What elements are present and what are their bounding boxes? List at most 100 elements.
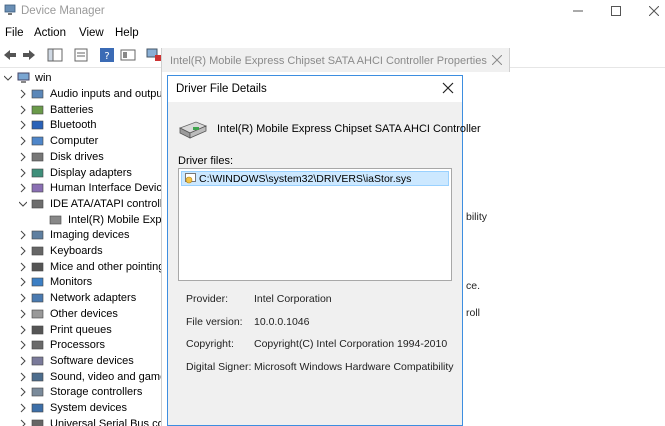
tree-item[interactable]: Storage controllers	[0, 385, 168, 400]
tree-item-label: IDE ATA/ATAPI controllers	[50, 197, 168, 210]
keyboard-icon	[31, 246, 44, 256]
tree-item[interactable]: Universal Serial Bus controllers	[0, 417, 168, 426]
tree-item[interactable]: Disk drives	[0, 150, 168, 165]
driver-files-list[interactable]: C:\WINDOWS\system32\DRIVERS\iaStor.sys	[178, 168, 452, 281]
chevron-down-icon[interactable]	[4, 73, 12, 83]
tree-item-label: Imaging devices	[50, 229, 130, 242]
unknown-device-icon	[31, 309, 44, 319]
svg-text:?: ?	[104, 51, 109, 62]
tree-item[interactable]: System devices	[0, 401, 168, 416]
tree-item[interactable]: Sound, video and game controllers	[0, 370, 168, 385]
hid-icon	[31, 183, 44, 193]
tree-item-label: Processors	[50, 339, 106, 352]
chevron-right-icon[interactable]	[19, 262, 27, 272]
chevron-right-icon[interactable]	[19, 309, 27, 319]
tree-item[interactable]: Other devices	[0, 307, 168, 322]
tree-item-label: Batteries	[50, 103, 94, 116]
tree-item[interactable]: Display adapters	[0, 166, 168, 181]
chevron-right-icon[interactable]	[19, 183, 27, 193]
maximize-button[interactable]	[596, 0, 636, 22]
processor-icon	[31, 340, 44, 350]
provider-label: Provider:	[186, 293, 229, 305]
menu-file[interactable]: File	[5, 27, 24, 39]
tree-item[interactable]: Print queues	[0, 323, 168, 338]
menu-help[interactable]: Help	[115, 27, 139, 39]
tree-item-label: Human Interface Devices	[50, 182, 168, 195]
chevron-right-icon[interactable]	[19, 89, 27, 99]
chevron-right-icon[interactable]	[19, 277, 27, 287]
digital-signer-value: Microsoft Windows Hardware Compatibility	[254, 361, 454, 373]
scan-hardware-icon[interactable]	[146, 48, 162, 62]
file-version-label: File version:	[186, 316, 243, 328]
tree-item-label: Universal Serial Bus controllers	[50, 417, 168, 426]
close-icon	[649, 6, 659, 16]
chevron-right-icon[interactable]	[19, 293, 27, 303]
tree-root[interactable]: win	[0, 71, 168, 86]
tree-item-label: Software devices	[50, 354, 134, 367]
chevron-right-icon[interactable]	[19, 419, 27, 426]
tree-item[interactable]: Human Interface Devices	[0, 181, 168, 196]
help-icon[interactable]: ?	[99, 48, 115, 62]
chevron-right-icon[interactable]	[19, 230, 27, 240]
back-arrow-icon[interactable]	[2, 48, 18, 62]
tree-item[interactable]: Network adapters	[0, 291, 168, 306]
tree-root-label: win	[35, 72, 52, 84]
close-icon[interactable]	[492, 55, 502, 65]
show-hide-tree-icon[interactable]	[47, 48, 63, 62]
chevron-right-icon[interactable]	[19, 387, 27, 397]
tree-item[interactable]: Mice and other pointing devices	[0, 260, 168, 275]
software-device-icon	[31, 356, 44, 366]
properties-toolbar-icon[interactable]	[73, 48, 89, 62]
network-adapter-icon	[31, 293, 44, 303]
chevron-right-icon[interactable]	[19, 356, 27, 366]
monitor-icon	[31, 278, 44, 287]
tree-item[interactable]: Keyboards	[0, 244, 168, 259]
sound-icon	[31, 372, 44, 381]
close-icon[interactable]	[440, 80, 456, 96]
bluetooth-icon	[31, 121, 44, 130]
chevron-right-icon[interactable]	[19, 105, 27, 115]
tree-item[interactable]: Computer	[0, 134, 168, 149]
tree-item-label: Print queues	[50, 323, 112, 336]
camera-icon	[31, 230, 44, 240]
chevron-right-icon[interactable]	[19, 325, 27, 335]
driver-file-item[interactable]: C:\WINDOWS\system32\DRIVERS\iaStor.sys	[181, 171, 449, 186]
chevron-right-icon[interactable]	[19, 168, 27, 178]
menu-view[interactable]: View	[79, 27, 104, 39]
tree-item-label: Sound, video and game controllers	[50, 370, 168, 383]
chevron-right-icon[interactable]	[19, 372, 27, 382]
display-adapter-icon	[31, 168, 44, 177]
file-version-value: 10.0.0.1046	[254, 316, 310, 328]
tree-item[interactable]: IDE ATA/ATAPI controllers	[0, 197, 168, 212]
usb-icon	[31, 419, 44, 426]
chevron-right-icon[interactable]	[19, 340, 27, 350]
chevron-right-icon[interactable]	[19, 246, 27, 256]
menu-action[interactable]: Action	[34, 27, 66, 39]
device-manager-icon	[4, 4, 16, 15]
close-button[interactable]	[634, 0, 665, 22]
action-toolbar-icon[interactable]	[120, 48, 136, 62]
tree-item[interactable]: Intel(R) Mobile Express Chipset SATA AHC…	[0, 213, 168, 228]
window-title: Device Manager	[21, 5, 105, 17]
tree-item[interactable]: Monitors	[0, 275, 168, 290]
forward-arrow-icon[interactable]	[21, 48, 37, 62]
chevron-right-icon[interactable]	[19, 403, 27, 413]
chevron-down-icon[interactable]	[19, 199, 27, 209]
minimize-button[interactable]	[558, 0, 598, 22]
system-device-icon	[31, 403, 44, 413]
chevron-right-icon[interactable]	[19, 120, 27, 130]
tree-item-label: Audio inputs and outputs	[50, 88, 168, 100]
tree-item[interactable]: Batteries	[0, 103, 168, 118]
tree-item[interactable]: Processors	[0, 338, 168, 353]
tree-item-label: Keyboards	[50, 245, 103, 257]
tree-item-label: Mice and other pointing devices	[50, 260, 168, 273]
provider-value: Intel Corporation	[254, 293, 332, 305]
tree-item[interactable]: Software devices	[0, 354, 168, 369]
tree-item[interactable]: Imaging devices	[0, 228, 168, 243]
tree-item-label: System devices	[50, 402, 128, 414]
chevron-right-icon[interactable]	[19, 136, 27, 146]
chevron-right-icon[interactable]	[19, 152, 27, 162]
driver-file-details-dialog: Driver File Details Intel(R) Mobile Expr…	[167, 75, 481, 426]
tree-item[interactable]: Audio inputs and outputs	[0, 87, 168, 102]
tree-item[interactable]: Bluetooth	[0, 118, 168, 133]
